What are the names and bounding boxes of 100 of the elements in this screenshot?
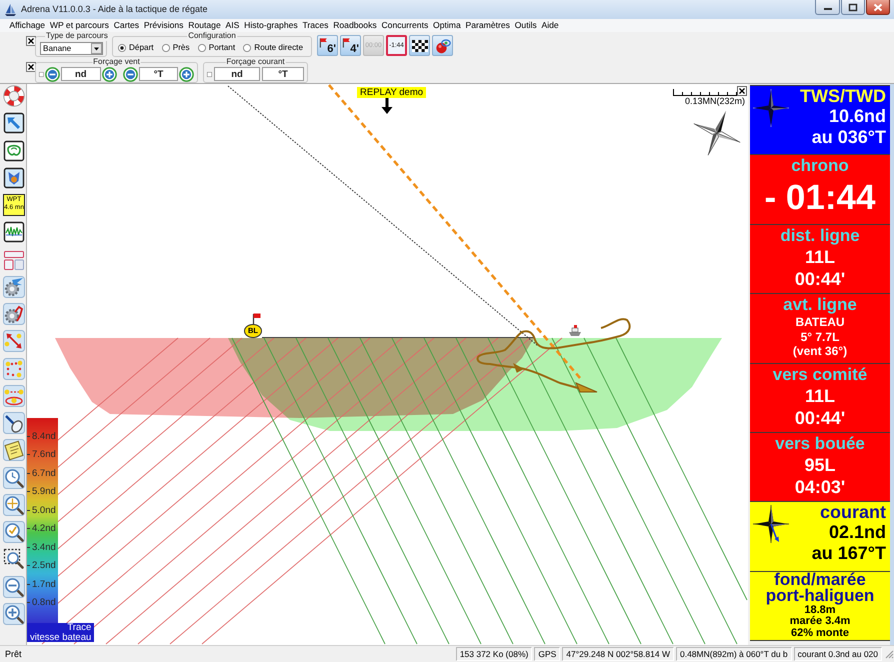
speed-field[interactable]: nd <box>214 67 260 81</box>
radio-option[interactable]: Départ <box>118 43 154 53</box>
radio-option[interactable]: Route directe <box>243 43 303 53</box>
status-cell: 47°29.248 N 002°58.814 W <box>562 647 674 661</box>
status-cell: GPS <box>534 647 560 661</box>
panel-value: 62% monte <box>790 628 850 640</box>
group-label: Configuration <box>187 31 237 41</box>
panel-value: 11L <box>804 246 836 268</box>
panel-title: chrono <box>790 155 850 176</box>
gear-icon[interactable] <box>3 303 25 325</box>
legend-label: 7.6nd <box>32 449 56 460</box>
close-button[interactable] <box>866 0 890 15</box>
checkbox[interactable] <box>39 70 44 78</box>
panel-value: BATEAU <box>794 315 846 330</box>
legend-caption: Trace vitesse bateau <box>27 623 94 642</box>
zoom-out-icon[interactable] <box>3 576 25 598</box>
menu-item[interactable]: Roadbooks <box>330 19 380 32</box>
radio-icon[interactable] <box>243 44 252 52</box>
legend-label: 2.5nd <box>32 560 56 572</box>
layout-icon[interactable] <box>3 248 25 270</box>
buoy-icon[interactable] <box>3 384 25 407</box>
panel-title: dist. ligne <box>779 224 861 246</box>
menu-item[interactable]: Histo-graphes <box>242 19 300 32</box>
menu-item[interactable]: Aide <box>539 19 562 32</box>
radio-option[interactable]: Près <box>162 43 190 53</box>
status-cell: 0.48MN(892m) à 060°T du b <box>676 647 792 661</box>
down-arrow-icon <box>381 98 393 114</box>
radio-icon[interactable] <box>162 44 170 52</box>
maximize-button[interactable] <box>841 0 865 15</box>
panel-value: 00:44' <box>794 406 846 428</box>
radio-icon[interactable] <box>118 44 126 52</box>
menu-item[interactable]: Traces <box>300 19 331 32</box>
menu-item[interactable]: Outils <box>512 19 540 32</box>
flag-icon[interactable] <box>319 37 328 48</box>
scale-label: 0.13MN(232m) <box>685 96 746 106</box>
menu-item[interactable]: Concurrents <box>379 19 431 32</box>
decrease-button[interactable] <box>44 66 60 82</box>
radio-option[interactable]: Portant <box>198 43 236 53</box>
panel-value: au 167°T <box>810 543 886 564</box>
direction-field[interactable]: °T <box>139 67 178 81</box>
emblem-icon[interactable] <box>3 166 25 189</box>
panel-title: courant <box>818 502 886 522</box>
legend-label: 5.9nd <box>32 486 56 498</box>
magnifier-icon[interactable] <box>3 494 25 516</box>
minimize-button[interactable] <box>815 0 840 15</box>
menu-item[interactable]: Optima <box>430 19 464 32</box>
lifebuoy-icon[interactable] <box>3 85 25 107</box>
replay-label: REPLAY demo <box>357 87 426 98</box>
flag-icon <box>252 313 261 324</box>
panel-value: au 036°T <box>810 127 886 148</box>
increase-button[interactable] <box>102 66 117 82</box>
flag-timer-button[interactable]: 6' <box>317 35 338 56</box>
course-type-dropdown[interactable]: Banane <box>40 42 103 54</box>
legend-label: 4.2nd <box>32 523 56 534</box>
legend-label: 1.7nd <box>32 578 56 590</box>
contour-icon[interactable] <box>3 140 25 162</box>
panel-value: - 01:44 <box>764 177 876 220</box>
menu-item[interactable]: AIS <box>223 19 242 32</box>
dots-icon[interactable] <box>3 358 25 380</box>
legend-label: 3.4nd <box>32 542 56 553</box>
caret-icon[interactable] <box>91 42 102 54</box>
radio-icon[interactable] <box>198 44 206 52</box>
menu-item[interactable]: Routage <box>186 19 224 32</box>
panel-value: 04:03' <box>794 476 846 498</box>
group-label: Forçage courant <box>225 57 286 67</box>
menu-item[interactable]: WP et parcours <box>47 19 112 32</box>
panel-title: avt. ligne <box>782 294 858 316</box>
panel-title: fond/marée <box>774 572 866 588</box>
direction-field[interactable]: °T <box>262 67 304 81</box>
waveform-icon[interactable] <box>3 221 25 244</box>
resize-grip-icon[interactable] <box>884 649 894 659</box>
panel-value: 10.6nd <box>828 106 886 127</box>
magnifier-icon[interactable] <box>3 466 25 488</box>
group-label: Forçage vent <box>92 57 141 67</box>
zoom-in-icon[interactable] <box>3 602 25 625</box>
status-text: Prêt <box>5 648 22 660</box>
increase-button[interactable] <box>179 66 194 82</box>
boat-icon <box>568 325 582 337</box>
checkered-flag-button[interactable] <box>409 35 430 56</box>
flag-icon[interactable] <box>342 37 350 48</box>
maximize-icon[interactable] <box>848 2 858 12</box>
speed-field[interactable]: nd <box>60 67 101 81</box>
checkbox[interactable] <box>207 70 212 78</box>
panel-value: 18.8m <box>804 604 836 616</box>
panel-title: TWS/TWD <box>799 86 886 106</box>
status-cell: 153 372 Ko (08%) <box>456 647 532 661</box>
menu-item[interactable]: Cartes <box>111 19 142 32</box>
flag-timer-button[interactable]: 4' <box>340 35 361 56</box>
menu-item[interactable]: Affichage <box>7 19 48 32</box>
note-icon[interactable] <box>3 439 25 462</box>
menu-item[interactable]: Prévisions <box>141 19 186 32</box>
magnifier-icon[interactable] <box>3 521 25 543</box>
checkered-flag-icon[interactable] <box>412 40 428 52</box>
zoom-area-icon[interactable] <box>3 548 25 570</box>
window-title: Adrena V11.0.0.3 - Aide à la tactique de régate <box>21 4 208 15</box>
lens-icon[interactable] <box>3 412 25 434</box>
menu-item[interactable]: Paramètres <box>463 19 512 32</box>
legend-label: 5.0nd <box>32 504 56 516</box>
decrease-button[interactable] <box>123 66 138 82</box>
gear-icon[interactable] <box>3 276 25 298</box>
